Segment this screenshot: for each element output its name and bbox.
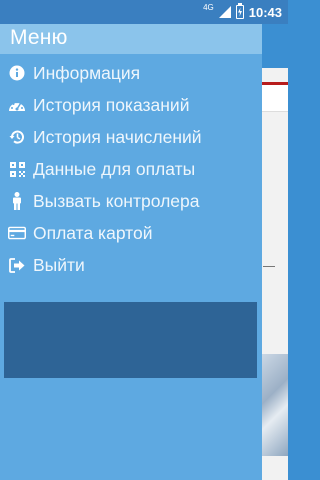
menu-item-readings-history[interactable]: История показаний — [0, 89, 262, 121]
background-toolbar — [258, 24, 288, 68]
menu-item-label: Информация — [33, 62, 141, 83]
gauge-icon — [8, 96, 26, 114]
signal-icon — [218, 6, 231, 18]
network-type: 4G — [203, 3, 214, 12]
menu-item-payment-details[interactable]: Данные для оплаты — [0, 153, 262, 185]
menu-item-label: Оплата картой — [33, 222, 153, 243]
menu-item-info[interactable]: Информация — [0, 57, 262, 89]
menu-item-label: Вызвать контролера — [33, 190, 200, 211]
drawer-menu: Информация История показаний История нач… — [0, 57, 262, 281]
battery-icon — [235, 3, 244, 19]
drawer-header: Меню — [0, 24, 262, 54]
drawer-title: Меню — [10, 26, 68, 49]
status-bar: 4G 10:43 — [0, 0, 288, 24]
background-image — [260, 354, 288, 456]
menu-item-logout[interactable]: Выйти — [0, 249, 262, 281]
background-card — [260, 82, 288, 112]
sign-out-icon — [8, 256, 26, 274]
history-icon — [8, 128, 26, 146]
qr-code-icon — [8, 160, 26, 178]
menu-item-label: Выйти — [33, 254, 85, 275]
menu-item-call-inspector[interactable]: Вызвать контролера — [0, 185, 262, 217]
navigation-drawer: Меню Информация История показаний Истори… — [0, 24, 262, 480]
person-icon — [8, 192, 26, 210]
background-divider — [263, 266, 275, 267]
credit-card-icon — [8, 224, 26, 242]
menu-item-card-payment[interactable]: Оплата картой — [0, 217, 262, 249]
background-app — [258, 24, 288, 480]
menu-item-charges-history[interactable]: История начислений — [0, 121, 262, 153]
menu-item-label: Данные для оплаты — [33, 158, 196, 179]
drawer-banner — [4, 302, 257, 378]
menu-item-label: История начислений — [33, 126, 202, 147]
menu-item-label: История показаний — [33, 94, 190, 115]
info-icon — [8, 64, 26, 82]
clock: 10:43 — [248, 4, 282, 20]
